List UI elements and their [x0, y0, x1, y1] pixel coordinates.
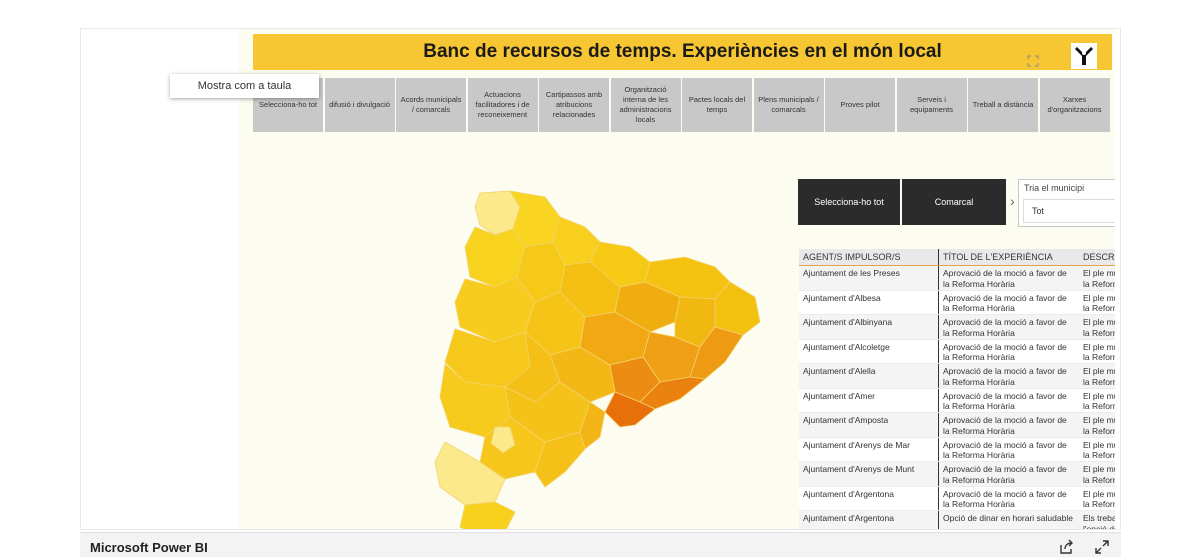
report-frame: Banc de recursos de temps. Experiències … — [80, 28, 1121, 530]
header-agent[interactable]: AGENT/S IMPULSOR/S — [799, 249, 938, 265]
table-row[interactable]: Ajuntament d'Arenys de Munt Aprovació de … — [799, 462, 1115, 487]
cell-description: El ple municipal ha aprovat la moció a f… — [1083, 464, 1115, 485]
category-tab[interactable]: Proves pilot — [825, 78, 895, 132]
cell-description: El ple municipal ha aprovat la moció a f… — [1083, 439, 1115, 461]
cell-title: Aprovació de la moció a favor de la Refo… — [938, 364, 1079, 388]
cell-title: Aprovació de la moció a favor de la Refo… — [938, 413, 1079, 437]
category-tab[interactable]: Treball a distància — [968, 78, 1038, 132]
cell-title: Aprovació de la moció a favor de la Refo… — [938, 315, 1079, 339]
category-tabs: Selecciona-ho tot difusió i divulgació Aco… — [253, 78, 1110, 132]
title-bar: Banc de recursos de temps. Experiències … — [253, 34, 1112, 70]
cell-title: Aprovació de la moció a favor de la Refo… — [938, 462, 1079, 486]
category-tab[interactable]: Plens municipals / comarcals — [753, 78, 824, 132]
category-tab[interactable]: Pactes locals del temps — [682, 78, 752, 132]
category-tab[interactable]: difusió i divulgació — [324, 78, 395, 132]
cell-title: Opció de dinar en horari saludable — [938, 511, 1079, 529]
cell-description: El ple municipal ha aprovat la moció a f… — [1083, 415, 1115, 436]
table-row[interactable]: Ajuntament d'Albinyana Aprovació de la mo… — [799, 315, 1115, 340]
table-row[interactable]: Ajuntament d'Argentona Opció de dinar en … — [799, 511, 1115, 529]
cell-description: El ple municipal ha aprovat la moció a f… — [1083, 268, 1115, 289]
cell-agent: Ajuntament d'Alella — [803, 366, 876, 376]
footer-bar: Microsoft Power BI — [80, 532, 1121, 557]
municipality-filter: Tria el municipi Tot — [1018, 179, 1115, 227]
cell-agent: Ajuntament d'Amposta — [803, 415, 889, 425]
header-description[interactable]: DESCRIPCIÓ DE L'EXPERIÈNCIA — [1079, 249, 1115, 265]
cell-description: El ple municipal ha aprovat la moció a f… — [1083, 366, 1115, 387]
header-title[interactable]: TÍTOL DE L'EXPERIÈNCIA — [938, 249, 1079, 265]
municipality-value: Tot — [1032, 206, 1045, 216]
reforma-horaria-logo-icon — [1071, 43, 1097, 69]
cell-agent: Ajuntament d'Albesa — [803, 292, 881, 303]
table-row[interactable]: Ajuntament d'Argentona Aprovació de la mo… — [799, 486, 1115, 511]
experiences-table: AGENT/S IMPULSOR/S TÍTOL DE L'EXPERIÈNCI… — [799, 249, 1115, 529]
select-all-button[interactable]: Selecciona-ho tot — [798, 179, 900, 225]
table-header: AGENT/S IMPULSOR/S TÍTOL DE L'EXPERIÈNCI… — [799, 249, 1115, 266]
show-as-table-tooltip[interactable]: Mostra com a taula — [170, 74, 319, 98]
municipality-dropdown[interactable]: Tot — [1023, 199, 1115, 223]
cell-title: Aprovació de la moció a favor de la Refo… — [938, 266, 1079, 290]
powerbi-brand[interactable]: Microsoft Power BI — [90, 540, 208, 555]
cell-description: El ple municipal ha aprovat la moció a f… — [1083, 341, 1115, 363]
map-region — [459, 501, 516, 529]
table-row[interactable]: Ajuntament de les Preses Aprovació de la … — [799, 266, 1115, 291]
table-row[interactable]: Ajuntament d'Albesa Aprovació de la moció… — [799, 290, 1115, 315]
category-tab[interactable]: Actuacions facilitadores i de reconeixem… — [467, 78, 538, 132]
cell-description: El ple municipal ha aprovat la moció a f… — [1083, 488, 1115, 510]
table-row[interactable]: Ajuntament d'Arenys de Mar Aprovació de l… — [799, 437, 1115, 462]
category-tab[interactable]: Serveis i equipaments — [896, 78, 967, 132]
cell-title: Aprovació de la moció a favor de la Refo… — [938, 388, 1079, 412]
category-tab[interactable]: Cartipassos amb atribucions relacionades — [539, 78, 609, 132]
cell-agent: Ajuntament d'Arenys de Munt — [803, 464, 915, 474]
share-icon[interactable] — [1058, 539, 1074, 555]
cell-agent: Ajuntament d'Argentona — [803, 513, 894, 523]
cell-title: Aprovació de la moció a favor de la Refo… — [938, 437, 1079, 461]
cell-agent: Ajuntament de les Preses — [803, 268, 900, 278]
category-tab[interactable]: Organització interna de les administraci… — [610, 78, 681, 132]
cell-title: Aprovació de la moció a favor de la Refo… — [938, 486, 1079, 510]
cell-agent: Ajuntament d'Amer — [803, 390, 876, 401]
cell-agent: Ajuntament d'Arenys de Mar — [803, 439, 910, 450]
cell-title: Aprovació de la moció a favor de la Refo… — [938, 290, 1079, 314]
table-row[interactable]: Ajuntament d'Alella Aprovació de la moció… — [799, 364, 1115, 389]
chevron-right-icon: › — [1010, 193, 1015, 209]
cell-agent: Ajuntament d'Albinyana — [803, 317, 893, 327]
map-regions — [434, 190, 761, 529]
cell-description: El ple municipal ha aprovat la moció a f… — [1083, 390, 1115, 412]
table-row[interactable]: Ajuntament d'Amer Aprovació de la moció a… — [799, 388, 1115, 413]
cell-title: Aprovació de la moció a favor de la Refo… — [938, 339, 1079, 363]
category-tab[interactable]: Xarxes d'organitzacions — [1039, 78, 1110, 132]
table-row[interactable]: Ajuntament d'Alcoletge Aprovació de la mo… — [799, 339, 1115, 364]
catalonia-map[interactable] — [425, 187, 770, 529]
cell-agent: Ajuntament d'Alcoletge — [803, 341, 890, 352]
report-canvas: Banc de recursos de temps. Experiències … — [239, 29, 1115, 529]
table-row[interactable]: Ajuntament d'Amposta Aprovació de la moci… — [799, 413, 1115, 438]
municipality-label: Tria el municipi — [1024, 183, 1085, 193]
cell-agent: Ajuntament d'Argentona — [803, 488, 894, 499]
cell-description: El ple municipal ha aprovat la moció a f… — [1083, 292, 1115, 314]
cell-description: El ple municipal ha aprovat la moció a f… — [1083, 317, 1115, 338]
table-body: Ajuntament de les Preses Aprovació de la … — [799, 266, 1115, 529]
comarcal-button[interactable]: Comarcal — [902, 179, 1006, 225]
expand-visual-icon[interactable] — [1027, 55, 1039, 67]
category-tab[interactable]: Acords municipals / comarcals — [396, 78, 466, 132]
report-title: Banc de recursos de temps. Experiències … — [423, 41, 942, 62]
fullscreen-icon[interactable] — [1094, 539, 1110, 555]
cell-description: Els treballadors públics de l'ajuntament… — [1083, 513, 1115, 529]
